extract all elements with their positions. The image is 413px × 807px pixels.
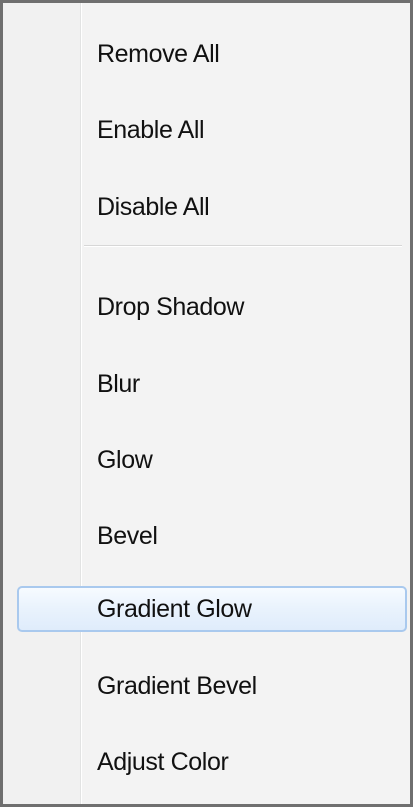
menu-item-glow[interactable]: Glow xyxy=(17,437,407,483)
menu-item-enable-all[interactable]: Enable All xyxy=(17,107,407,153)
menu-item-label: Gradient Glow xyxy=(97,594,252,623)
menu-item-label: Glow xyxy=(97,445,153,474)
menu-item-gradient-bevel[interactable]: Gradient Bevel xyxy=(17,663,407,709)
menu-item-remove-all[interactable]: Remove All xyxy=(17,31,407,77)
menu-item-label: Drop Shadow xyxy=(97,292,245,321)
menu-item-disable-all[interactable]: Disable All xyxy=(17,184,407,230)
menu-item-label: Gradient Bevel xyxy=(97,671,257,700)
menu-item-label: Blur xyxy=(97,369,140,398)
menu-item-label: Remove All xyxy=(97,39,220,68)
menu-item-adjust-color[interactable]: Adjust Color xyxy=(17,739,407,785)
menu-item-label: Adjust Color xyxy=(97,747,229,776)
menu-item-label: Enable All xyxy=(97,115,205,144)
menu-item-blur[interactable]: Blur xyxy=(17,361,407,407)
menu-item-drop-shadow[interactable]: Drop Shadow xyxy=(17,284,407,330)
menu-item-label: Disable All xyxy=(97,192,210,221)
menu-item-gradient-glow[interactable]: Gradient Glow xyxy=(17,586,407,632)
menu-separator xyxy=(84,245,402,247)
context-menu: Remove All Enable All Disable All Drop S… xyxy=(0,0,413,807)
menu-item-bevel[interactable]: Bevel xyxy=(17,513,407,559)
menu-item-label: Bevel xyxy=(97,521,158,550)
